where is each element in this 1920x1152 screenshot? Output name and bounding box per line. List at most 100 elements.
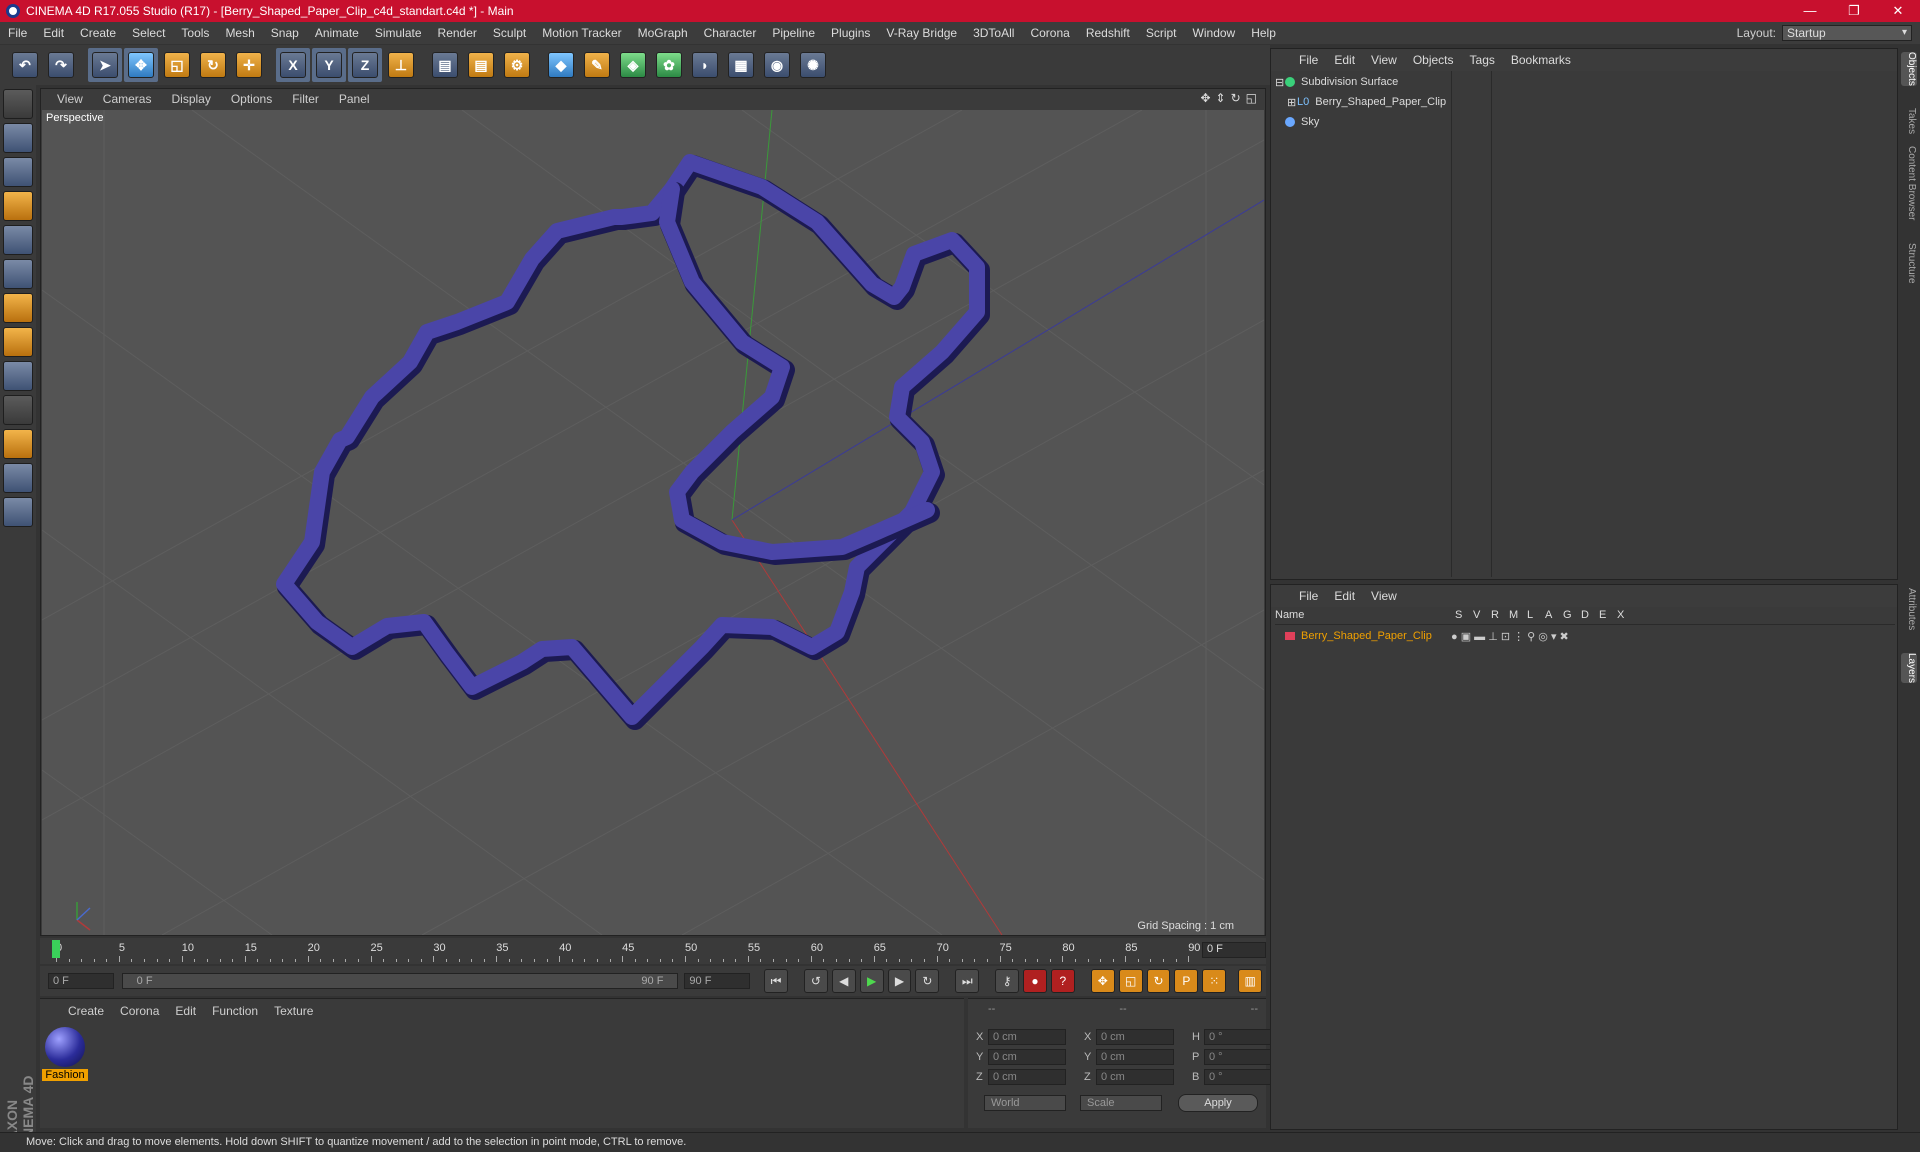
timeline-window-button[interactable]: ▥	[1238, 969, 1263, 993]
polygons-mode-button[interactable]	[3, 293, 33, 323]
menu-help[interactable]: Help	[1243, 26, 1284, 40]
tab-structure[interactable]: Structure	[1901, 243, 1917, 284]
menu-select[interactable]: Select	[124, 26, 173, 40]
obj-menu-view[interactable]: View	[1363, 53, 1405, 67]
menu-redshift[interactable]: Redshift	[1078, 26, 1138, 40]
record-button[interactable]: ⚷	[995, 969, 1020, 993]
lock-workplane-button[interactable]	[3, 463, 33, 493]
preview-range-slider[interactable]: 0 F 90 F	[121, 973, 679, 989]
key-rotation-button[interactable]: ↻	[1146, 969, 1171, 993]
tab-objects[interactable]: Objects	[1901, 52, 1917, 86]
go-to-end-button[interactable]: ⏭	[955, 969, 980, 993]
workplane-button[interactable]	[3, 191, 33, 221]
menu-window[interactable]: Window	[1185, 26, 1244, 40]
tab-content-browser[interactable]: Content Browser	[1901, 146, 1917, 220]
menu-animate[interactable]: Animate	[307, 26, 367, 40]
layout-dropdown[interactable]: Startup	[1782, 25, 1912, 41]
menu-pipeline[interactable]: Pipeline	[764, 26, 823, 40]
frame-ruler[interactable]: 051015202530354045505560657075808590	[50, 938, 1200, 962]
start-frame-field[interactable]: 0 F	[48, 973, 114, 989]
mograph-cloner-button[interactable]: ✿	[652, 48, 686, 82]
move-tool-button[interactable]: ✥	[124, 48, 158, 82]
points-mode-button[interactable]	[3, 225, 33, 255]
next-key-button[interactable]: ↻	[915, 969, 940, 993]
pen-spline-button[interactable]: ✎	[580, 48, 614, 82]
layer-flags[interactable]: ● ▣ ▬ ⊥ ⊡ ⋮ ⚲ ◎ ▾ ✖	[1451, 630, 1569, 643]
key-pla-button[interactable]: ⁙	[1202, 969, 1227, 993]
menu-file[interactable]: File	[0, 26, 35, 40]
menu-snap[interactable]: Snap	[263, 26, 307, 40]
size-mode-dropdown[interactable]: Scale	[1080, 1095, 1162, 1111]
play-button[interactable]: ▶	[859, 969, 884, 993]
axis-mode-button[interactable]	[3, 327, 33, 357]
menu-corona[interactable]: Corona	[1022, 26, 1077, 40]
dolly-icon[interactable]: ⇕	[1216, 91, 1226, 105]
floor-button[interactable]: ▦	[724, 48, 758, 82]
layer-row[interactable]: Berry_Shaped_Paper_Clip ● ▣ ▬ ⊥ ⊡ ⋮ ⚲ ◎ …	[1285, 627, 1569, 645]
x-axis-button[interactable]: X	[276, 48, 310, 82]
rotate-tool-button[interactable]: ↻	[196, 48, 230, 82]
render-picture-viewer-button[interactable]: ▤	[464, 48, 498, 82]
menu-motion-tracker[interactable]: Motion Tracker	[534, 26, 629, 40]
orbit-icon[interactable]: ↻	[1231, 91, 1241, 105]
timeline-ruler[interactable]: 051015202530354045505560657075808590 0 F	[40, 938, 1266, 964]
planar-workplane-button[interactable]	[3, 497, 33, 527]
menu-simulate[interactable]: Simulate	[367, 26, 430, 40]
deformer-button[interactable]: ◗	[688, 48, 722, 82]
menu-character[interactable]: Character	[696, 26, 765, 40]
pos-x-field[interactable]: 0 cm	[988, 1029, 1066, 1045]
menu-tools[interactable]: Tools	[173, 26, 217, 40]
current-frame-field[interactable]: 0 F	[1202, 942, 1266, 958]
coord-system-dropdown[interactable]: World	[984, 1095, 1066, 1111]
obj-menu-file[interactable]: File	[1291, 53, 1326, 67]
mat-menu-corona[interactable]: Corona	[112, 1004, 167, 1018]
snap-button[interactable]	[3, 429, 33, 459]
model-mode-button[interactable]	[3, 123, 33, 153]
object-row[interactable]: ⊟ Subdivision Surface	[1275, 73, 1398, 91]
go-to-start-button[interactable]: ⏮	[764, 969, 788, 993]
tab-layers[interactable]: Layers	[1901, 653, 1917, 684]
select-tool-button[interactable]: ➤	[88, 48, 122, 82]
berry-paper-clip-model[interactable]	[276, 154, 990, 730]
menu-script[interactable]: Script	[1138, 26, 1185, 40]
menu-mesh[interactable]: Mesh	[217, 26, 262, 40]
y-axis-button[interactable]: Y	[312, 48, 346, 82]
make-editable-button[interactable]	[3, 89, 33, 119]
camera-button[interactable]: ◉	[760, 48, 794, 82]
autokey-button[interactable]: ●	[1023, 969, 1047, 993]
keyframe-selection-button[interactable]: ?	[1050, 969, 1075, 993]
edges-mode-button[interactable]	[3, 259, 33, 289]
pan-icon[interactable]: ✥	[1200, 91, 1210, 105]
live-select-button[interactable]: ✛	[232, 48, 266, 82]
z-axis-button[interactable]: Z	[348, 48, 382, 82]
menu-create[interactable]: Create	[72, 26, 124, 40]
size-x-field[interactable]: 0 cm	[1096, 1029, 1174, 1045]
key-scale-button[interactable]: ◱	[1118, 969, 1143, 993]
key-parameter-button[interactable]: P	[1174, 969, 1199, 993]
menu-vray-bridge[interactable]: V-Ray Bridge	[878, 26, 965, 40]
prev-key-button[interactable]: ↺	[803, 969, 828, 993]
solo-button[interactable]	[3, 395, 33, 425]
3d-viewport[interactable]: Perspective Grid Spacing : 1 cm	[42, 110, 1264, 935]
tab-attributes[interactable]: Attributes	[1901, 588, 1917, 630]
mat-menu-create[interactable]: Create	[60, 1004, 112, 1018]
maximize-view-icon[interactable]: ◱	[1246, 91, 1257, 105]
size-y-field[interactable]: 0 cm	[1096, 1049, 1174, 1065]
vp-menu-cameras[interactable]: Cameras	[93, 92, 162, 106]
mat-menu-texture[interactable]: Texture	[266, 1004, 321, 1018]
undo-button[interactable]: ↶	[8, 48, 42, 82]
vp-menu-view[interactable]: View	[47, 92, 93, 106]
tweak-mode-button[interactable]	[3, 361, 33, 391]
playhead-marker[interactable]	[52, 940, 60, 958]
close-button[interactable]: ✕	[1876, 0, 1920, 22]
object-row[interactable]: ⊞ L0 Berry_Shaped_Paper_Clip	[1287, 93, 1446, 111]
vp-menu-panel[interactable]: Panel	[329, 92, 380, 106]
menu-sculpt[interactable]: Sculpt	[485, 26, 534, 40]
tab-takes[interactable]: Takes	[1901, 108, 1917, 134]
prev-frame-button[interactable]: ◀	[831, 969, 856, 993]
pos-z-field[interactable]: 0 cm	[988, 1069, 1066, 1085]
mat-menu-edit[interactable]: Edit	[167, 1004, 204, 1018]
end-frame-field[interactable]: 90 F	[684, 973, 751, 989]
obj-menu-bookmarks[interactable]: Bookmarks	[1503, 53, 1579, 67]
vp-menu-display[interactable]: Display	[161, 92, 220, 106]
